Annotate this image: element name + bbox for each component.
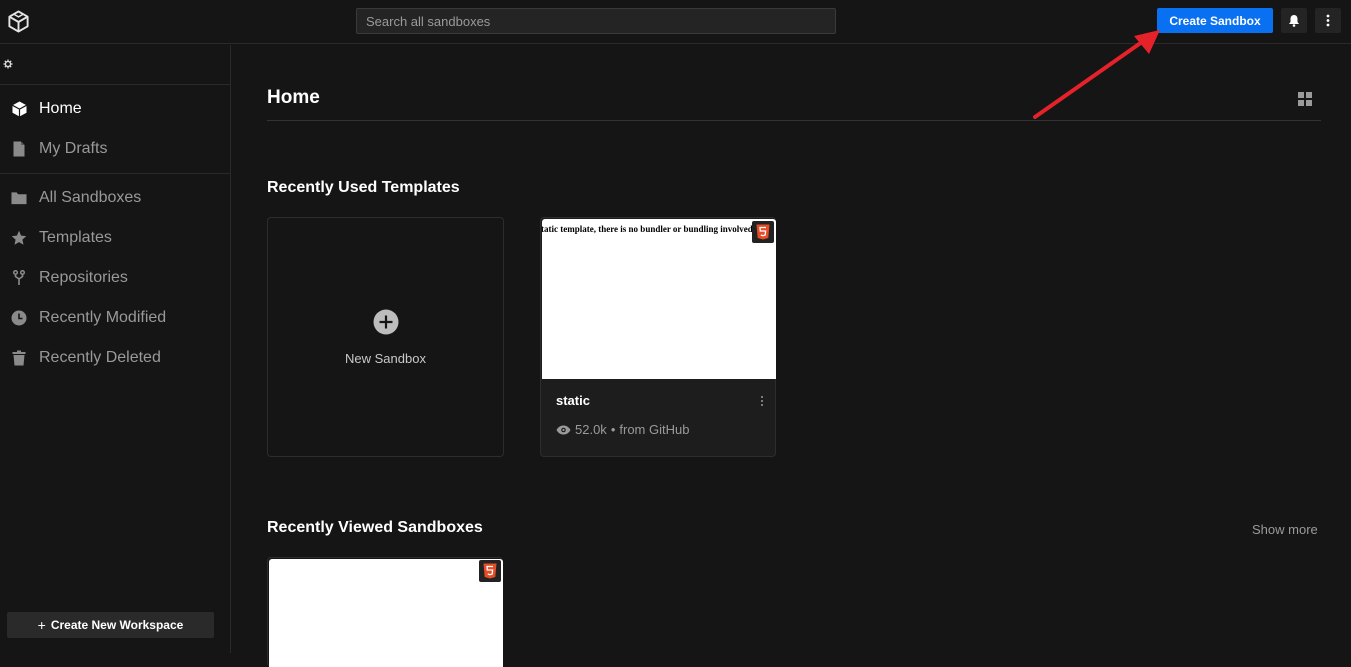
plus-icon: + [37,617,46,633]
create-sandbox-button[interactable]: Create Sandbox [1157,8,1273,33]
trash-icon [11,350,27,366]
sidebar-item-label: Recently Deleted [39,349,161,366]
workspace-button-label: Create New Workspace [50,618,184,632]
gear-icon[interactable] [3,59,13,69]
eye-icon [556,425,571,434]
template-card-static[interactable]: tatic template, there is no bundler or b… [540,217,776,457]
recent-sandbox-card[interactable] [267,557,503,667]
sidebar-divider [0,173,230,174]
grid-view-icon[interactable] [1297,91,1313,107]
show-more-link[interactable]: Show more [1252,522,1318,537]
meta-separator: • [610,422,616,437]
sidebar-item-all-sandboxes[interactable]: All Sandboxes [0,180,230,216]
more-options-button[interactable] [1315,8,1341,33]
sidebar-item-label: Home [39,100,82,117]
recently-used-templates-heading: Recently Used Templates [267,179,460,196]
star-icon [11,230,27,246]
template-source: from GitHub [619,422,690,437]
title-divider [267,120,1321,121]
sidebar-item-templates[interactable]: Templates [0,220,230,256]
template-meta: 52.0k • from GitHub [556,422,689,437]
codesandbox-logo-icon[interactable] [7,10,30,33]
page-title: Home [267,87,320,108]
top-bar: Create Sandbox [0,0,1351,44]
html5-icon [752,221,774,243]
bell-icon [1289,15,1299,27]
clock-icon [11,310,27,326]
main-content: Home Recently Used Templates New Sandbox… [231,45,1351,667]
sidebar-item-repositories[interactable]: Repositories [0,260,230,296]
sidebar-item-label: Recently Modified [39,309,167,326]
sandbox-preview [269,559,503,667]
create-new-workspace-button[interactable]: + Create New Workspace [7,612,214,638]
sidebar-item-label: My Drafts [39,140,108,157]
sidebar-item-label: All Sandboxes [39,189,142,206]
sidebar-item-recently-deleted[interactable]: Recently Deleted [0,340,230,376]
kebab-icon [1326,14,1330,27]
sidebar-item-label: Repositories [39,269,128,286]
sidebar-divider [0,84,230,85]
card-kebab-icon[interactable] [758,395,766,407]
sidebar-item-my-drafts[interactable]: My Drafts [0,131,230,167]
sidebar-item-label: Templates [39,229,112,246]
template-name: static [556,393,590,408]
template-preview-text: tatic template, there is no bundler or b… [542,224,756,234]
new-sandbox-label: New Sandbox [345,351,426,366]
cube-icon [11,101,27,117]
file-icon [11,141,27,157]
template-preview: tatic template, there is no bundler or b… [542,219,776,379]
sidebar-item-home[interactable]: Home [0,91,230,127]
folder-icon [11,190,27,206]
notifications-button[interactable] [1281,8,1307,33]
plus-circle-icon [373,309,399,335]
branch-icon [11,270,27,286]
sidebar-item-recently-modified[interactable]: Recently Modified [0,300,230,336]
search-input[interactable] [356,8,836,34]
html5-icon [479,560,501,582]
new-sandbox-card[interactable]: New Sandbox [267,217,504,457]
recently-viewed-sandboxes-heading: Recently Viewed Sandboxes [267,519,483,536]
view-count: 52.0k [575,422,607,437]
sidebar: Home My Drafts All Sandboxes Templates R… [0,45,231,653]
